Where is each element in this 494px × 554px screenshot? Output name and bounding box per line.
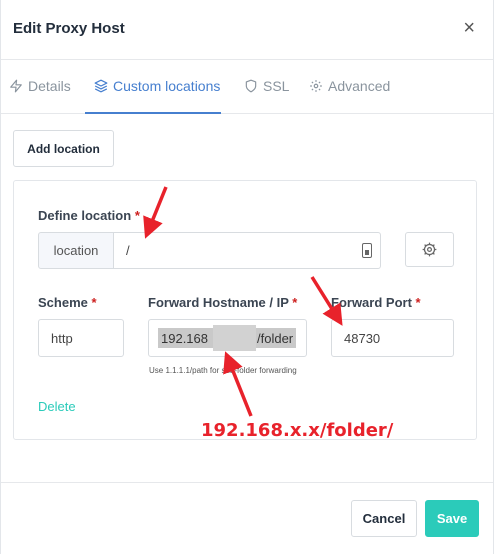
close-icon[interactable]: × <box>463 18 475 38</box>
gear-icon <box>422 242 437 257</box>
annotation-label: 192.168.x.x/folder/ <box>201 420 394 441</box>
gear-icon <box>310 80 322 92</box>
tab-advanced[interactable]: Advanced <box>309 78 390 94</box>
define-location-label: Define location * <box>38 208 140 223</box>
delete-location-link[interactable]: Delete <box>38 399 76 414</box>
tab-custom-locations[interactable]: Custom locations <box>94 78 220 94</box>
active-tab-indicator <box>85 112 221 114</box>
hostname-help-text: Use 1.1.1.1/path for sub-folder forwardi… <box>149 366 297 375</box>
redaction-blur <box>213 325 256 351</box>
scheme-label: Scheme * <box>38 295 97 310</box>
dialog-footer <box>1 482 493 554</box>
forward-hostname-label-text: Forward Hostname / IP <box>148 295 289 310</box>
location-settings-button[interactable] <box>405 232 454 267</box>
scheme-label-text: Scheme <box>38 295 88 310</box>
location-path-value: / <box>126 243 130 258</box>
forward-hostname-input[interactable]: 192.168 /folder <box>148 319 307 357</box>
location-addon: location <box>38 232 114 269</box>
tab-details[interactable]: Details <box>9 78 71 94</box>
location-path-input[interactable]: / <box>113 232 381 269</box>
cancel-button[interactable]: Cancel <box>351 500 417 537</box>
tab-ssl[interactable]: SSL <box>244 78 289 94</box>
tab-advanced-label: Advanced <box>328 78 391 94</box>
hostname-value-end: /folder <box>257 331 294 346</box>
tab-bar: Details Custom locations SSL Advanced <box>1 60 493 114</box>
define-location-text: Define location <box>38 208 132 223</box>
scheme-value: http <box>51 330 73 346</box>
tab-details-label: Details <box>28 78 71 94</box>
shield-icon <box>245 79 257 93</box>
dialog-title: Edit Proxy Host <box>13 20 125 37</box>
forward-port-label: Forward Port * <box>331 295 421 310</box>
required-mark: * <box>415 295 421 310</box>
required-mark: * <box>91 295 97 310</box>
forward-port-input[interactable]: 48730 <box>331 319 454 357</box>
edit-proxy-host-dialog: Edit Proxy Host × Details Custom locatio… <box>0 0 494 554</box>
forward-port-label-text: Forward Port <box>331 295 412 310</box>
zap-icon <box>10 79 22 93</box>
save-button[interactable]: Save <box>425 500 479 537</box>
required-mark: * <box>134 208 140 223</box>
tab-custom-locations-label: Custom locations <box>113 78 221 94</box>
required-mark: * <box>292 295 298 310</box>
forward-hostname-label: Forward Hostname / IP * <box>148 295 297 310</box>
password-manager-icon[interactable] <box>362 243 372 258</box>
tab-ssl-label: SSL <box>263 78 290 94</box>
layers-icon <box>94 79 108 93</box>
hostname-value-start: 192.168 <box>161 331 208 346</box>
dialog-header: Edit Proxy Host × <box>1 0 493 60</box>
forward-port-value: 48730 <box>344 330 381 346</box>
scheme-input[interactable]: http <box>38 319 124 357</box>
add-location-button[interactable]: Add location <box>13 130 114 167</box>
